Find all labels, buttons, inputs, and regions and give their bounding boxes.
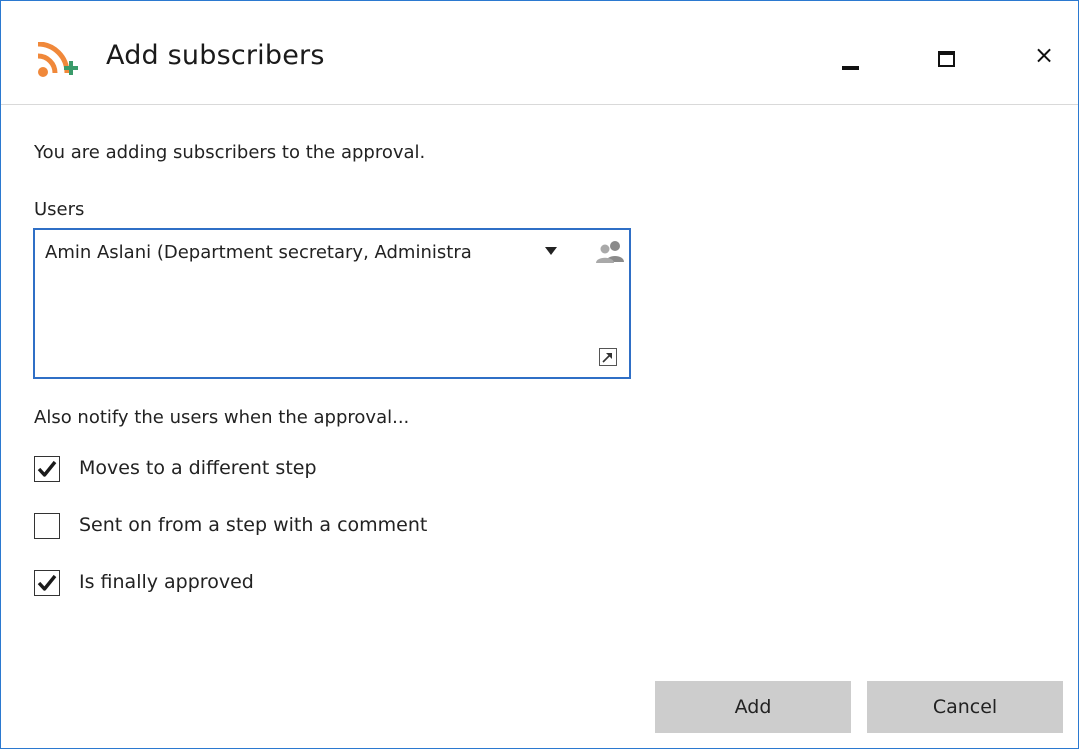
checkbox-label: Is finally approved [79,571,254,593]
close-button[interactable]: × [1016,31,1076,81]
intro-text: You are adding subscribers to the approv… [34,142,426,163]
title-bar: Add subscribers × [1,1,1078,105]
minimize-icon [842,66,859,70]
checkbox[interactable] [34,570,60,596]
notify-label: Also notify the users when the approval.… [34,407,410,428]
users-field[interactable]: Amin Aslani (Department secretary, Admin… [33,228,631,379]
selected-user-chip[interactable]: Amin Aslani (Department secretary, Admin… [45,242,472,263]
checkmark-icon [37,460,57,477]
maximize-icon [938,51,955,67]
chevron-down-icon[interactable] [545,247,557,255]
checkbox[interactable] [34,513,60,539]
checkmark-icon [37,574,57,591]
checkbox-label: Moves to a different step [79,457,317,479]
dialog-title: Add subscribers [106,40,325,71]
minimize-button[interactable] [821,31,881,81]
expand-icon[interactable] [599,348,617,366]
cancel-button[interactable]: Cancel [867,681,1063,733]
checkbox[interactable] [34,456,60,482]
checkbox-label: Sent on from a step with a comment [79,514,428,536]
maximize-button[interactable] [916,31,976,81]
users-label: Users [34,199,85,220]
close-icon: × [1034,41,1055,69]
add-button[interactable]: Add [655,681,851,733]
rss-add-icon [37,42,78,77]
add-subscribers-dialog: Add subscribers × You are adding subscri… [0,0,1079,749]
people-picker-icon[interactable] [595,240,625,264]
